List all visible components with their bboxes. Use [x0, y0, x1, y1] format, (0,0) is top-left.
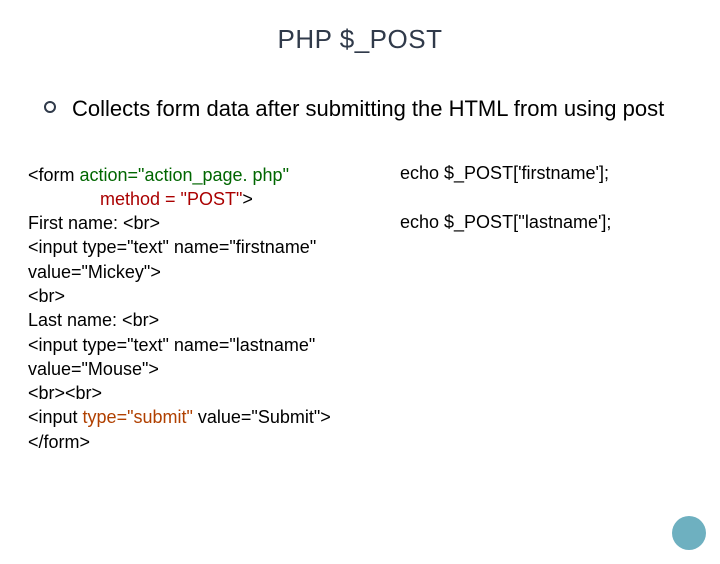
code-form-open-close: > [242, 189, 253, 209]
code-form-close: </form> [28, 432, 90, 452]
code-lastname-label: Last name: <br> [28, 310, 159, 330]
code-br2: <br><br> [28, 383, 102, 403]
code-lastname-input: <input type="text" name="lastname" value… [28, 335, 320, 379]
bullet-text: Collects form data after submitting the … [72, 95, 664, 123]
slide-title: PHP $_POST [0, 24, 720, 55]
code-action-attr: action="action_page. php" [80, 165, 289, 185]
code-submit-type: type="submit" [83, 407, 193, 427]
html-code-block: <form action="action_page. php" method =… [28, 163, 390, 455]
code-firstname-label: First name: <br> [28, 213, 160, 233]
bullet-icon [44, 101, 56, 113]
code-firstname-input: <input type="text" name="firstname" valu… [28, 237, 321, 281]
echo-firstname: echo $_POST['firstname']; [400, 163, 690, 184]
code-submit-a: <input [28, 407, 83, 427]
code-form-open-a: <form [28, 165, 80, 185]
echo-column: echo $_POST['firstname']; echo $_POST[''… [390, 163, 690, 455]
echo-lastname: echo $_POST[''lastname']; [400, 212, 690, 233]
slide: PHP $_POST Collects form data after subm… [0, 24, 720, 564]
code-method-attr: method = "POST" [100, 189, 242, 209]
decorative-corner-dot [672, 516, 706, 550]
bullet-row: Collects form data after submitting the … [44, 95, 720, 123]
code-submit-c: value="Submit"> [193, 407, 331, 427]
code-br1: <br> [28, 286, 65, 306]
content-columns: <form action="action_page. php" method =… [0, 163, 720, 455]
code-column: <form action="action_page. php" method =… [0, 163, 390, 455]
